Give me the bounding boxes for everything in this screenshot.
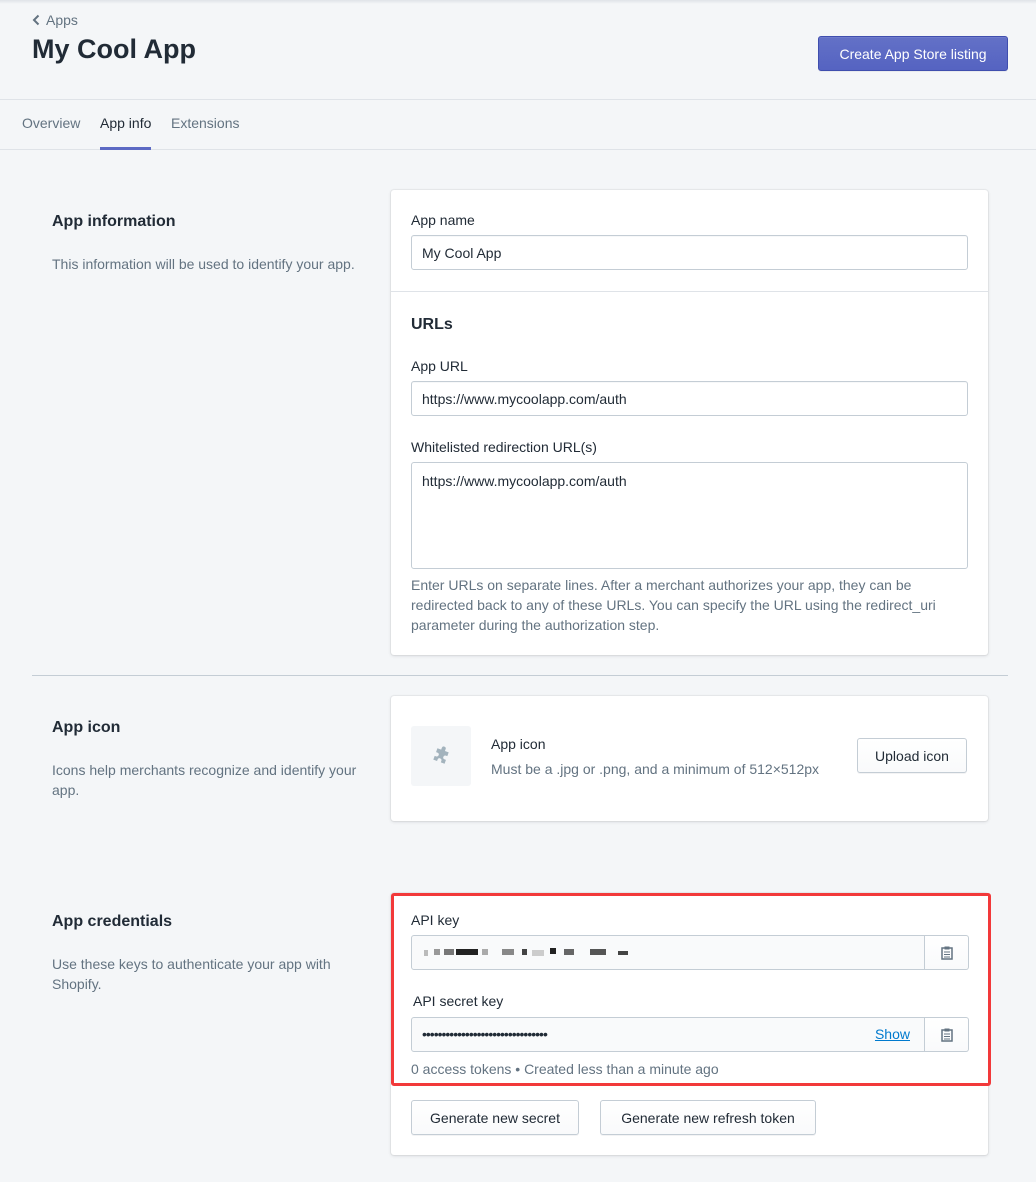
copy-api-key-button[interactable] — [925, 935, 969, 970]
tab-bar: Overview App info Extensions — [0, 100, 1036, 150]
api-key-field[interactable] — [411, 935, 925, 970]
app-name-label: App name — [411, 212, 475, 228]
app-icon-card: App icon Must be a .jpg or .png, and a m… — [391, 696, 988, 821]
redirect-urls-help: Enter URLs on separate lines. After a me… — [411, 577, 936, 633]
tab-overview[interactable]: Overview — [22, 100, 80, 150]
api-secret-key-value: •••••••••••••••••••••••••••••••• — [422, 1026, 548, 1042]
create-app-store-listing-button[interactable]: Create App Store listing — [818, 36, 1008, 71]
page-header: Apps My Cool App Create App Store listin… — [0, 0, 1036, 100]
tab-app-info[interactable]: App info — [100, 100, 152, 150]
clipboard-icon — [940, 1028, 953, 1042]
breadcrumb-apps[interactable]: Apps — [32, 12, 78, 28]
app-url-label: App URL — [411, 358, 468, 374]
app-information-description: This information will be used to identif… — [52, 256, 355, 272]
app-url-input[interactable] — [411, 381, 968, 416]
generate-new-refresh-token-button[interactable]: Generate new refresh token — [600, 1100, 816, 1135]
app-credentials-description: Use these keys to authenticate your app … — [52, 956, 331, 992]
upload-icon-button[interactable]: Upload icon — [857, 738, 967, 773]
app-icon-thumbnail — [411, 726, 471, 786]
urls-heading: URLs — [411, 316, 453, 333]
app-credentials-card: API key API secret key ••••••••••••••••• — [391, 893, 988, 1155]
app-icon-requirements: Must be a .jpg or .png, and a minimum of… — [491, 761, 820, 777]
clipboard-icon — [940, 946, 953, 960]
page-title: My Cool App — [32, 34, 196, 64]
section-divider — [32, 675, 1008, 676]
generate-new-secret-button[interactable]: Generate new secret — [411, 1100, 579, 1135]
api-secret-key-label: API secret key — [413, 993, 504, 1009]
chevron-left-icon — [32, 14, 40, 26]
app-credentials-title: App credentials — [52, 913, 173, 930]
api-key-label: API key — [411, 912, 460, 928]
card-divider — [391, 291, 988, 292]
copy-api-secret-button[interactable] — [925, 1017, 969, 1052]
app-information-card: App name URLs App URL Whitelisted redire… — [391, 190, 988, 655]
tab-extensions[interactable]: Extensions — [171, 100, 239, 150]
puzzle-piece-icon — [433, 746, 449, 764]
breadcrumb-label: Apps — [46, 12, 78, 28]
redirect-urls-textarea[interactable]: https://www.mycoolapp.com/auth — [411, 462, 968, 569]
api-secret-key-field[interactable]: •••••••••••••••••••••••••••••••• Show — [411, 1017, 925, 1052]
app-icon-description: Icons help merchants recognize and ident… — [52, 762, 357, 798]
redirect-urls-label: Whitelisted redirection URL(s) — [411, 439, 597, 455]
app-name-input[interactable] — [411, 235, 968, 270]
app-icon-card-title: App icon — [491, 736, 546, 752]
show-secret-link[interactable]: Show — [875, 1018, 910, 1051]
credentials-meta: 0 access tokens • Created less than a mi… — [411, 1061, 719, 1077]
app-icon-title: App icon — [52, 719, 121, 736]
api-key-redacted — [422, 936, 914, 969]
app-information-title: App information — [52, 213, 176, 230]
